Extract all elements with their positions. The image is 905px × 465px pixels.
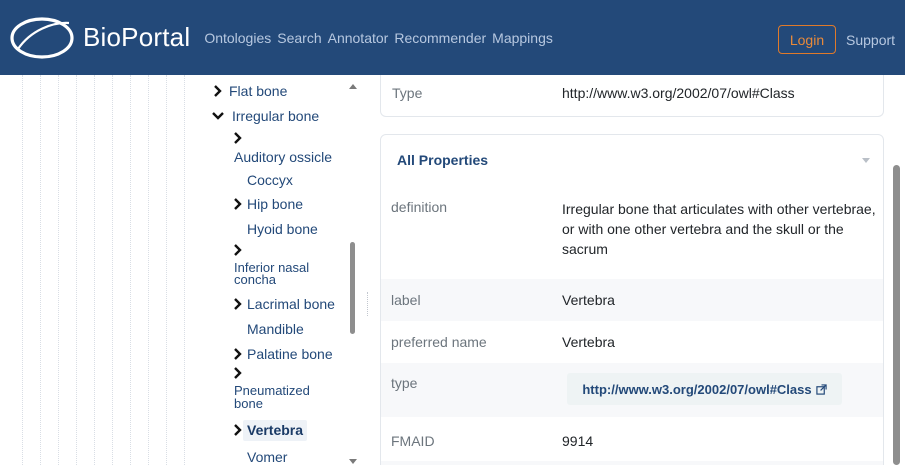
details-scrollbar-thumb[interactable] bbox=[893, 165, 900, 465]
tree-node-inferior-nasal-concha[interactable]: Inferior nasal concha bbox=[231, 243, 331, 286]
nav-link-recommender[interactable]: Recommender bbox=[394, 30, 486, 46]
property-row-label: label Vertebra bbox=[381, 279, 883, 321]
brand-name: BioPortal bbox=[83, 22, 191, 52]
tree-node-label[interactable]: Hyoid bone bbox=[247, 221, 318, 238]
tree-node-label[interactable]: Irregular bone bbox=[232, 108, 319, 125]
property-row-preferred-name: preferred name Vertebra bbox=[381, 321, 883, 363]
tree-node-label[interactable]: Vertebra bbox=[243, 420, 308, 441]
property-key: definition bbox=[391, 199, 448, 215]
type-link[interactable]: http://www.w3.org/2002/07/owl#Class bbox=[582, 382, 811, 397]
property-value: 9914 bbox=[562, 433, 594, 449]
property-key: type bbox=[391, 375, 418, 391]
tree-node-label[interactable]: Hip bone bbox=[247, 196, 303, 213]
chevron-right-icon[interactable] bbox=[231, 423, 245, 437]
property-key: preferred name bbox=[391, 334, 487, 350]
property-row-next bbox=[381, 461, 883, 465]
details-summary-card: Type http://www.w3.org/2002/07/owl#Class bbox=[380, 75, 884, 117]
chevron-right-icon[interactable] bbox=[231, 131, 245, 145]
class-tree-panel: Flat bone Irregular bone Auditory ossicl… bbox=[0, 75, 362, 465]
tree-node-label[interactable]: Auditory ossicle bbox=[234, 149, 332, 166]
property-key: label bbox=[391, 292, 421, 308]
chevron-right-icon[interactable] bbox=[231, 297, 245, 311]
type-row-key: Type bbox=[392, 85, 423, 101]
tree-node-coccyx[interactable]: Coccyx bbox=[247, 172, 293, 189]
chevron-right-icon[interactable] bbox=[231, 243, 245, 257]
property-key: FMAID bbox=[391, 433, 435, 449]
property-value: Irregular bone that articulates with oth… bbox=[562, 201, 876, 257]
chevron-right-icon[interactable] bbox=[231, 347, 245, 361]
support-link[interactable]: Support bbox=[846, 32, 895, 48]
tree-node-label[interactable]: Palatine bone bbox=[247, 346, 333, 363]
tree-node-label[interactable]: Flat bone bbox=[229, 83, 287, 100]
brand[interactable]: BioPortal bbox=[9, 16, 190, 60]
tree-node-label[interactable]: Mandible bbox=[247, 321, 304, 338]
nav-link-ontologies[interactable]: Ontologies bbox=[204, 30, 271, 46]
chevron-down-icon[interactable] bbox=[211, 109, 225, 123]
property-value: Vertebra bbox=[562, 334, 615, 350]
chevron-right-icon[interactable] bbox=[231, 197, 245, 211]
type-link-chip[interactable]: http://www.w3.org/2002/07/owl#Class bbox=[567, 373, 842, 405]
tree-node-irregular-bone[interactable]: Irregular bone bbox=[211, 108, 319, 125]
all-properties-card: All Properties definition Irregular bone… bbox=[380, 134, 884, 465]
tree-scrollbar-thumb[interactable] bbox=[350, 242, 355, 334]
tree-node-flat-bone[interactable]: Flat bone bbox=[211, 83, 287, 100]
tree-node-label[interactable]: Vomer bbox=[247, 449, 287, 465]
all-properties-title[interactable]: All Properties bbox=[397, 152, 488, 168]
tree-indent-guides bbox=[0, 75, 200, 465]
tree-node-palatine-bone[interactable]: Palatine bone bbox=[231, 346, 333, 363]
external-link-icon[interactable] bbox=[815, 383, 827, 395]
chevron-right-icon[interactable] bbox=[211, 84, 225, 98]
bioportal-logo bbox=[10, 16, 74, 59]
property-row-fmaid: FMAID 9914 bbox=[381, 417, 883, 461]
tree-scroll-up-arrow[interactable] bbox=[349, 84, 357, 89]
chevron-right-icon[interactable] bbox=[231, 366, 245, 380]
tree-node-label[interactable]: Pneumatized bone bbox=[234, 384, 314, 410]
nav-link-mappings[interactable]: Mappings bbox=[492, 30, 553, 46]
tree-node-auditory-ossicle[interactable]: Auditory ossicle bbox=[231, 131, 332, 166]
nav-link-annotator[interactable]: Annotator bbox=[328, 30, 389, 46]
tree-node-mandible[interactable]: Mandible bbox=[247, 321, 304, 338]
tree-node-hyoid-bone[interactable]: Hyoid bone bbox=[247, 221, 318, 238]
tree-scroll-down-arrow[interactable] bbox=[349, 459, 357, 464]
tree-node-pneumatized-bone[interactable]: Pneumatized bone bbox=[231, 366, 331, 410]
tree-node-lacrimal-bone[interactable]: Lacrimal bone bbox=[231, 296, 335, 313]
class-details-panel: Type http://www.w3.org/2002/07/owl#Class… bbox=[370, 75, 905, 465]
collapse-caret-icon[interactable] bbox=[862, 158, 870, 163]
property-row-definition: definition Irregular bone that articulat… bbox=[381, 187, 883, 279]
tree-node-label[interactable]: Inferior nasal concha bbox=[234, 261, 331, 286]
tree-node-label[interactable]: Lacrimal bone bbox=[247, 296, 335, 313]
tree-node-vertebra[interactable]: Vertebra bbox=[231, 420, 308, 441]
tree-node-vomer[interactable]: Vomer bbox=[247, 449, 287, 465]
type-row-value: http://www.w3.org/2002/07/owl#Class bbox=[562, 85, 795, 101]
nav-link-search[interactable]: Search bbox=[277, 30, 321, 46]
top-navbar: BioPortal Ontologies Search Annotator Re… bbox=[0, 0, 905, 75]
login-button[interactable]: Login bbox=[778, 25, 836, 54]
property-row-type: type http://www.w3.org/2002/07/owl#Class bbox=[381, 363, 883, 417]
tree-node-hip-bone[interactable]: Hip bone bbox=[231, 196, 303, 213]
nav-links: Ontologies Search Annotator Recommender … bbox=[204, 30, 559, 46]
tree-node-label[interactable]: Coccyx bbox=[247, 172, 293, 189]
property-value: Vertebra bbox=[562, 292, 615, 308]
